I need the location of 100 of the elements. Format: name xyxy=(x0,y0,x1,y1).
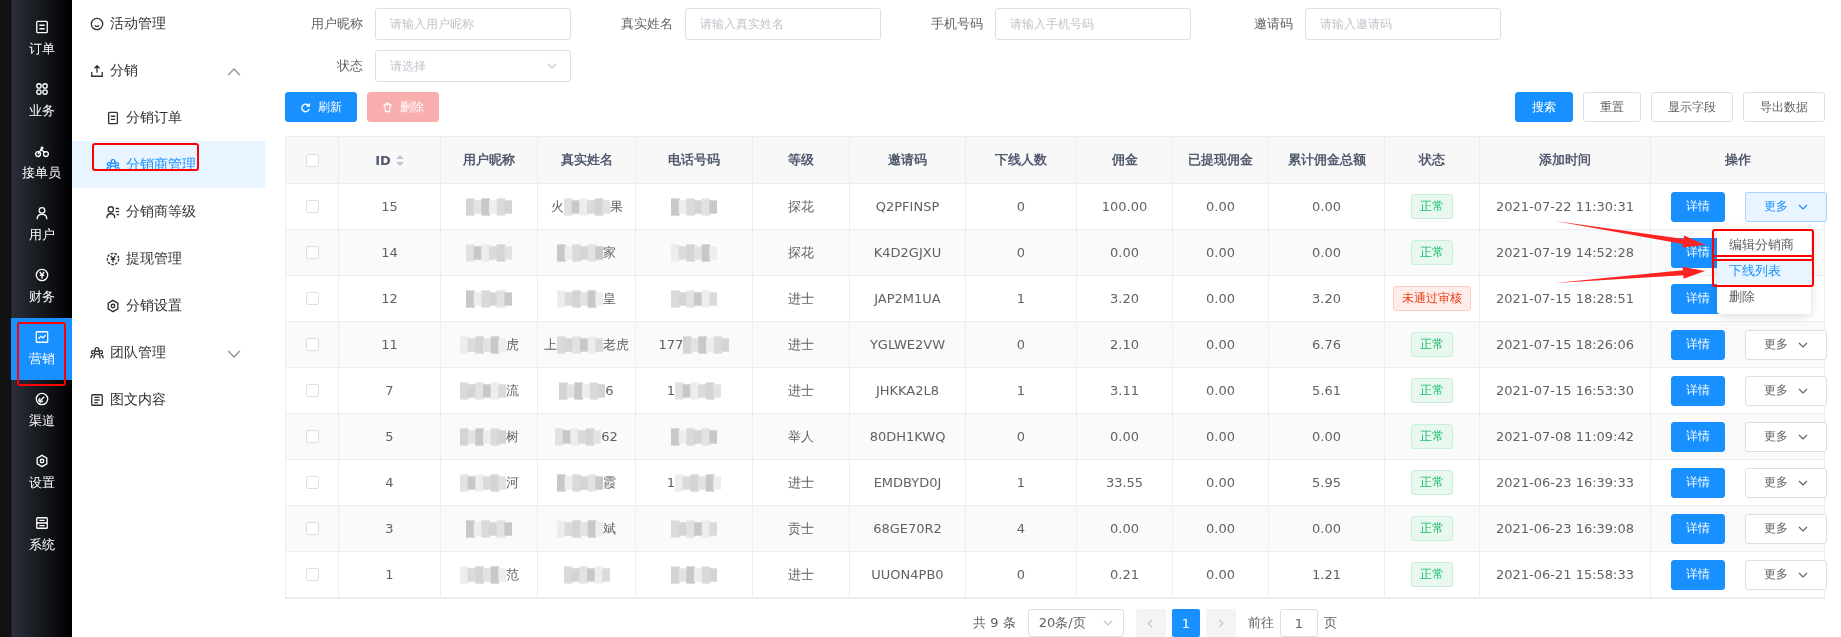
blurred-text xyxy=(671,287,717,310)
checkbox[interactable] xyxy=(305,246,319,259)
table-cell: 4 xyxy=(385,475,394,490)
submenu-item[interactable]: 分销设置 xyxy=(72,282,265,329)
checkbox[interactable] xyxy=(305,338,319,351)
blurred-text xyxy=(683,333,730,356)
cell-text: 6 xyxy=(605,383,614,398)
field-label: 用户昵称 xyxy=(310,15,364,33)
table-cell: 12 xyxy=(381,291,398,306)
blurred-text xyxy=(459,563,506,586)
nav-item[interactable]: 设置 xyxy=(11,442,72,504)
menu-item[interactable]: 活动管理 xyxy=(72,0,265,47)
cell-text: 皇 xyxy=(603,289,616,308)
chevron-right-icon xyxy=(1216,618,1226,628)
link-icon xyxy=(34,392,49,406)
input-field[interactable]: 请输入邀请码 xyxy=(1305,8,1501,40)
column-header: 真实姓名 xyxy=(560,151,613,169)
table-cell: 1 xyxy=(1016,291,1026,306)
checkbox[interactable] xyxy=(305,522,319,535)
refresh-icon xyxy=(300,101,311,113)
more-button[interactable]: 更多 xyxy=(1745,421,1827,452)
page-size-select[interactable]: 20条/页 xyxy=(1027,609,1124,637)
table-cell: 0.00 xyxy=(1312,199,1341,214)
table-cell: JAP2M1UA xyxy=(874,291,941,306)
status-tag: 正常 xyxy=(1411,240,1453,265)
nav-item[interactable]: 业务 xyxy=(11,70,72,132)
more-button[interactable]: 更多 xyxy=(1745,329,1827,360)
field-label: 邀请码 xyxy=(1253,15,1294,33)
bicycle-icon xyxy=(34,144,49,158)
input-field[interactable]: 请输入用户昵称 xyxy=(375,8,571,40)
table-cell: 0.00 xyxy=(1206,475,1235,490)
toolbar-button[interactable]: 重置 xyxy=(1583,92,1641,122)
submenu-item[interactable]: 分销订单 xyxy=(72,94,265,141)
table-cell: EMDBYD0J xyxy=(873,475,942,490)
table-cell: 2021-07-08 11:09:42 xyxy=(1495,429,1635,444)
nav-item[interactable]: 接单员 xyxy=(11,132,72,194)
table-cell: 5.61 xyxy=(1312,383,1341,398)
total-count: 共 9 条 xyxy=(973,614,1016,632)
table-cell: 0 xyxy=(1016,567,1026,582)
nav-item[interactable]: 渠道 xyxy=(11,380,72,442)
table-cell: 1 xyxy=(385,567,394,582)
page-input[interactable]: 1 xyxy=(1279,609,1318,637)
blurred-text xyxy=(557,333,603,356)
table-cell: 2021-07-15 16:53:30 xyxy=(1495,383,1635,398)
checkbox[interactable] xyxy=(305,476,319,489)
table-cell: 0.00 xyxy=(1110,245,1139,260)
column-header: 佣金 xyxy=(1111,151,1138,169)
more-button[interactable]: 更多 xyxy=(1745,467,1827,498)
checkbox[interactable] xyxy=(305,200,319,213)
menu-item[interactable]: 图文内容 xyxy=(72,376,265,423)
nav-item[interactable]: 用户 xyxy=(11,194,72,256)
cell-text: 流 xyxy=(505,381,519,400)
goto-label: 前往 xyxy=(1247,614,1274,632)
table-cell: 2021-07-15 18:26:06 xyxy=(1495,337,1635,352)
status-tag: 正常 xyxy=(1411,470,1453,495)
blurred-text xyxy=(671,195,717,218)
submenu-item[interactable]: 分销商等级 xyxy=(72,188,265,235)
select-field[interactable]: 请选择 xyxy=(375,50,571,82)
cell-text: 虎 xyxy=(505,335,519,354)
blurred-text xyxy=(466,517,512,540)
team-icon xyxy=(90,345,104,360)
table-cell: 5.95 xyxy=(1312,475,1341,490)
table-cell: 0.00 xyxy=(1206,337,1235,352)
input-field[interactable]: 请输入手机号码 xyxy=(995,8,1191,40)
input-field[interactable]: 请输入真实姓名 xyxy=(685,8,881,40)
status-tag: 正常 xyxy=(1411,562,1453,587)
coin-icon xyxy=(34,268,49,282)
checkbox[interactable] xyxy=(305,430,319,443)
table-cell: 11 xyxy=(381,337,398,352)
panel-icon xyxy=(34,516,49,530)
nav-item[interactable]: 订单 xyxy=(11,8,72,70)
checkbox[interactable] xyxy=(305,568,319,581)
more-button[interactable]: 更多 xyxy=(1745,559,1827,590)
chevron-down-icon xyxy=(547,61,557,71)
table-cell: 0 xyxy=(1016,199,1026,214)
cell-text: 家 xyxy=(603,243,616,262)
blurred-text xyxy=(459,471,506,494)
next-page-button[interactable] xyxy=(1205,609,1236,637)
status-tag: 正常 xyxy=(1411,378,1453,403)
table-cell: 68GE70R2 xyxy=(873,521,942,536)
nav-item[interactable]: 财务 xyxy=(11,256,72,318)
menu-item[interactable]: 分销 xyxy=(72,47,265,94)
more-button[interactable]: 更多 xyxy=(1745,375,1827,406)
checkbox[interactable] xyxy=(305,292,319,305)
nav-item[interactable]: 系统 xyxy=(11,504,72,566)
user-list-icon xyxy=(106,204,120,219)
table-cell: 探花 xyxy=(788,197,814,216)
blurred-text xyxy=(466,287,512,310)
previous-page-button[interactable] xyxy=(1135,609,1166,637)
table-cell: 2021-06-23 16:39:08 xyxy=(1495,521,1635,536)
more-button[interactable]: 更多 xyxy=(1745,513,1827,544)
toolbar-button[interactable]: 显示字段 xyxy=(1651,92,1733,122)
submenu-item[interactable]: 提现管理 xyxy=(72,235,265,282)
menu-item[interactable]: 团队管理 xyxy=(72,329,265,376)
checkbox[interactable] xyxy=(305,384,319,397)
cell-text: 河 xyxy=(505,473,519,492)
cell-text: 62 xyxy=(601,429,618,444)
blurred-text xyxy=(557,471,603,494)
checkbox[interactable] xyxy=(305,153,319,167)
toolbar-button[interactable]: 导出数据 xyxy=(1743,92,1825,122)
